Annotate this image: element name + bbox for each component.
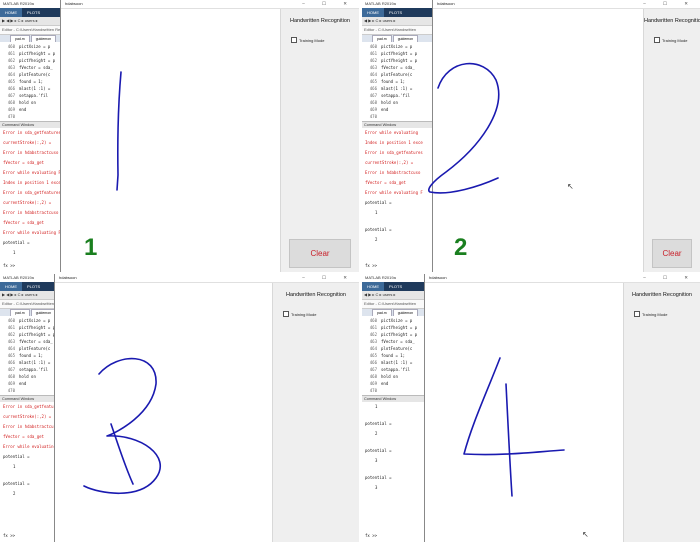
screen-quadrant-1: MATLAB R2019a HOME PLOTS ▶ ◀ ▶ ▸ C ▸ users …: [0, 0, 359, 272]
ink-stroke: [116, 71, 122, 191]
handwritten-digit-strokes: [463, 357, 565, 497]
handwritten-digit-strokes: [116, 71, 122, 191]
digit-overlay-label: 2: [454, 234, 468, 261]
ink-stroke: [110, 423, 134, 485]
screen-quadrant-3: MATLAB R2019a HOME PLOTS ▶ ◀ ▶ ▸ C ▸ users …: [0, 274, 359, 542]
ink-stroke: [463, 357, 565, 456]
screen-quadrant-4: MATLAB R2019a HOME PLOTS ◀ ▶ ▸ C ▸ users ▸ E…: [362, 274, 700, 542]
mouse-cursor-icon: ↖: [567, 182, 574, 191]
collage-divider: [0, 272, 700, 274]
handwritten-digit-strokes: [83, 357, 162, 495]
collage-divider: [359, 0, 362, 542]
digit-overlay-label: 1: [84, 234, 98, 261]
mouse-cursor-icon: ↖: [582, 530, 589, 539]
screen-quadrant-2: MATLAB R2019a HOME PLOTS ◀ ▶ ▸ C ▸ users ▸ E…: [362, 0, 700, 272]
ink-stroke: [505, 383, 513, 497]
ink-stroke: [83, 357, 162, 495]
ink-stroke: [428, 62, 500, 194]
handwritten-digit-strokes: [428, 62, 500, 194]
